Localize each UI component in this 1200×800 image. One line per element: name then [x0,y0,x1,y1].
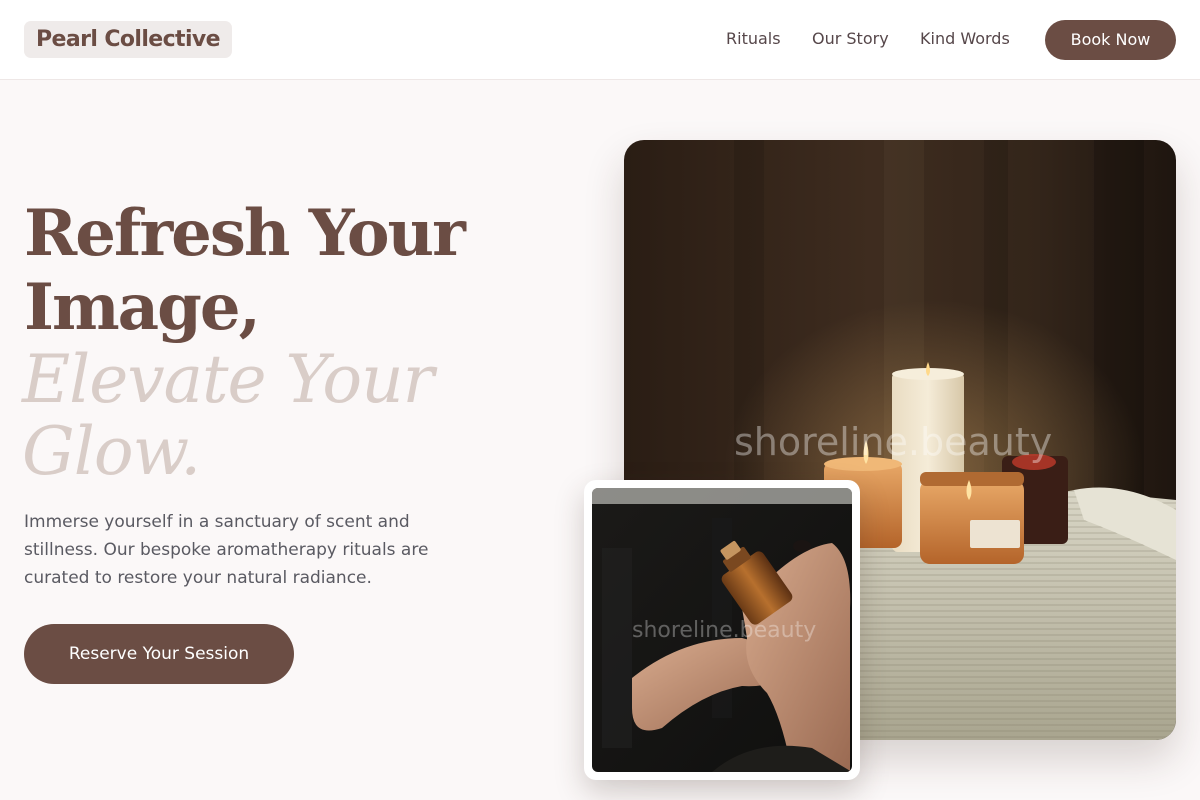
nav-link-our-story[interactable]: Our Story [812,28,889,50]
reserve-session-button[interactable]: Reserve Your Session [24,624,294,684]
oil-bottle-photo-card: shoreline.beauty [584,480,860,780]
hero-subtitle-line-1: Elevate Your [22,341,434,418]
book-now-button[interactable]: Book Now [1045,20,1176,60]
brand-logo[interactable]: Pearl Collective [24,21,232,58]
image-watermark-small: shoreline.beauty [632,618,817,643]
hero-description: Immerse yourself in a sanctuary of scent… [24,512,429,588]
hero-title-line-2: Image, [24,270,261,345]
nav-link-rituals[interactable]: Rituals [726,28,781,50]
hero-subtitle-line-2: Glow. [22,413,201,490]
hero-title-line-1: Refresh Your [24,196,466,271]
oil-bottle-photo: shoreline.beauty [592,488,852,772]
image-watermark: shoreline.beauty [734,420,1053,464]
top-nav: Pearl Collective Rituals Our Story Kind … [0,0,1200,80]
nav-link-kind-words[interactable]: Kind Words [920,28,1010,50]
